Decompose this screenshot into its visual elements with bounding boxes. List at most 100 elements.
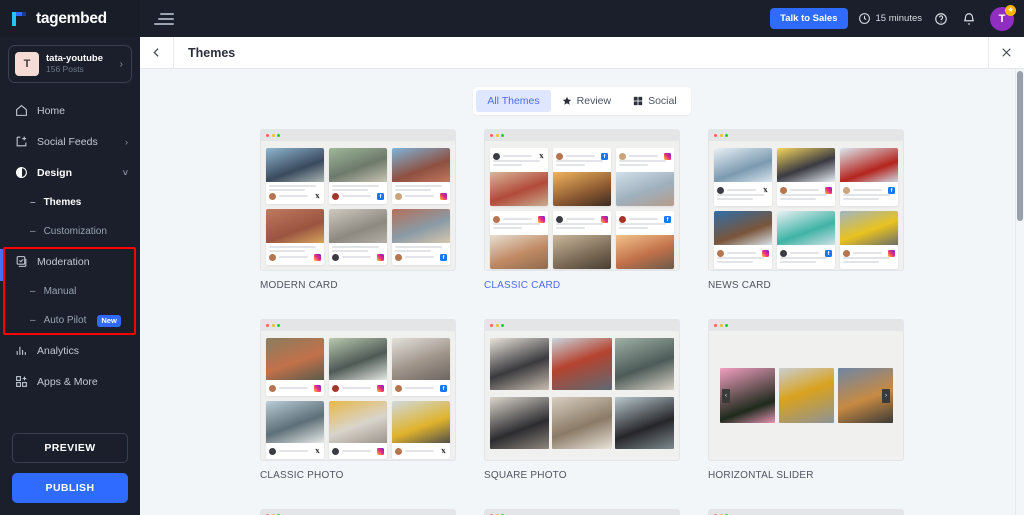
theme-label: CLASSIC PHOTO — [260, 470, 344, 481]
mock-post-tile — [329, 338, 387, 396]
help-circle-icon[interactable] — [932, 10, 950, 28]
mock-post-tile: f — [392, 209, 450, 265]
sidebar-item-label: Themes — [43, 197, 82, 208]
theme-preview-mock: 𝕏 f f — [484, 129, 680, 271]
theme-card-horizontal-slider[interactable]: ‹ › HORIZONTAL SLIDER — [708, 319, 904, 481]
preview-button[interactable]: PREVIEW — [12, 433, 128, 463]
mock-post-tile — [392, 148, 450, 204]
talk-to-sales-button[interactable]: Talk to Sales — [770, 8, 848, 29]
sidebar-item-auto-pilot[interactable]: – Auto Pilot New — [0, 306, 140, 335]
source-x-icon: 𝕏 — [440, 448, 447, 455]
source-x-icon: 𝕏 — [538, 153, 545, 160]
close-button[interactable] — [988, 36, 1024, 69]
mock-photo-tile — [614, 397, 674, 449]
sidebar-nav: Home Social Feeds › Design ˅ – Themes – … — [0, 89, 140, 433]
dash-marker-icon: – — [30, 286, 36, 297]
account-switcher[interactable]: T tata-youtube 156 Posts › — [8, 45, 132, 83]
mock-window-bar — [485, 130, 679, 141]
publish-button[interactable]: PUBLISH — [12, 473, 128, 503]
source-facebook-icon: f — [440, 385, 447, 392]
home-icon — [14, 104, 28, 118]
new-badge: New — [97, 314, 121, 327]
sidebar: tagembed T tata-youtube 156 Posts › Home — [0, 0, 140, 515]
source-instagram-icon — [377, 254, 384, 261]
user-avatar-menu[interactable]: T ★ — [990, 4, 1016, 31]
theme-label: MODERN CARD — [260, 280, 338, 291]
sidebar-item-label: Design — [37, 166, 73, 179]
chevron-down-icon: ˅ — [122, 167, 128, 178]
theme-card-row3-2[interactable]: f — [484, 509, 680, 515]
mock-photo-tile — [552, 397, 612, 449]
window-dot-green — [501, 134, 504, 137]
theme-card-square-photo[interactable]: SQUARE PHOTO — [484, 319, 680, 481]
chevron-right-icon: › — [125, 136, 128, 147]
grid-icon — [633, 96, 643, 106]
mock-photo-tile — [490, 397, 550, 449]
scrollbar-thumb[interactable] — [1017, 71, 1023, 221]
window-dot-red — [490, 324, 493, 327]
theme-card-news-card[interactable]: 𝕏 f f NEWS CARD — [708, 129, 904, 291]
mock-post-tile — [553, 211, 611, 269]
design-droplet-icon — [14, 166, 28, 180]
mock-post-tile: 𝕏 — [392, 401, 450, 459]
sidebar-item-themes[interactable]: – Themes — [0, 188, 140, 217]
content-scrollbar[interactable] — [1015, 69, 1024, 515]
tab-review[interactable]: Review — [551, 90, 622, 112]
app-root: tagembed T tata-youtube 156 Posts › Home — [0, 0, 1024, 515]
source-x-icon: 𝕏 — [314, 193, 321, 200]
back-button[interactable] — [140, 36, 174, 69]
hamburger-menu-icon[interactable] — [154, 11, 176, 27]
mock-post-tile: 𝕏 — [266, 148, 324, 204]
sidebar-item-manual[interactable]: – Manual — [0, 277, 140, 306]
page-header-bar: Themes — [140, 36, 1024, 69]
theme-card-row3-3[interactable] — [708, 509, 904, 515]
source-instagram-icon — [601, 216, 608, 223]
sidebar-item-design[interactable]: Design ˅ — [0, 157, 140, 188]
dash-marker-icon: – — [30, 315, 36, 326]
mock-post-tile — [329, 209, 387, 265]
theme-card-modern-card[interactable]: 𝕏 f f MODERN CARD — [260, 129, 456, 291]
sidebar-item-home[interactable]: Home — [0, 95, 140, 126]
star-badge-icon: ★ — [1005, 4, 1016, 16]
mock-photo-tile — [778, 368, 834, 423]
window-dot-red — [266, 134, 269, 137]
mock-photo-tile — [614, 338, 674, 390]
sidebar-actions: PREVIEW PUBLISH — [0, 433, 140, 515]
theme-card-classic-photo[interactable]: f 𝕏 𝕏 CLASSIC PHOTO — [260, 319, 456, 481]
source-x-icon: 𝕏 — [762, 187, 769, 194]
star-icon — [562, 96, 572, 106]
mock-post-tile — [329, 401, 387, 459]
sidebar-item-label: Manual — [43, 286, 77, 297]
theme-preview-mock: 𝕏 f f — [708, 129, 904, 271]
bell-icon[interactable] — [960, 10, 978, 28]
brand-logo[interactable]: tagembed — [0, 0, 140, 37]
dash-marker-icon: – — [30, 226, 36, 237]
window-dot-red — [714, 134, 717, 137]
theme-label: HORIZONTAL SLIDER — [708, 470, 814, 481]
sidebar-item-apps-and-more[interactable]: Apps & More — [0, 366, 140, 397]
sidebar-item-moderation[interactable]: Moderation — [0, 246, 140, 277]
source-instagram-icon — [314, 385, 321, 392]
slider-next-arrow-icon[interactable]: › — [882, 388, 890, 403]
theme-card-classic-card[interactable]: 𝕏 f f CLASSIC CARD — [484, 129, 680, 291]
trial-timer[interactable]: 15 minutes — [858, 12, 922, 25]
tab-social[interactable]: Social — [622, 90, 688, 112]
theme-card-row3-1[interactable] — [260, 509, 456, 515]
tab-all-themes[interactable]: All Themes — [476, 90, 551, 112]
sidebar-item-customization[interactable]: – Customization — [0, 217, 140, 246]
apps-grid-icon — [14, 375, 28, 389]
theme-preview-mock — [708, 509, 904, 515]
slider-prev-arrow-icon[interactable]: ‹ — [722, 388, 730, 403]
window-dot-yellow — [271, 134, 275, 137]
source-instagram-icon — [440, 193, 447, 200]
sidebar-item-social-feeds[interactable]: Social Feeds › — [0, 126, 140, 157]
mock-window-bar — [709, 510, 903, 515]
mock-post-tile: f — [840, 148, 898, 206]
theme-label: SQUARE PHOTO — [484, 470, 567, 481]
source-x-icon: 𝕏 — [314, 448, 321, 455]
theme-filter-tabs: All Themes Review Social — [140, 69, 1024, 129]
mock-post-tile: f — [553, 148, 611, 206]
source-facebook-icon: f — [664, 216, 671, 223]
sidebar-item-analytics[interactable]: Analytics — [0, 335, 140, 366]
mock-post-tile — [616, 148, 674, 206]
